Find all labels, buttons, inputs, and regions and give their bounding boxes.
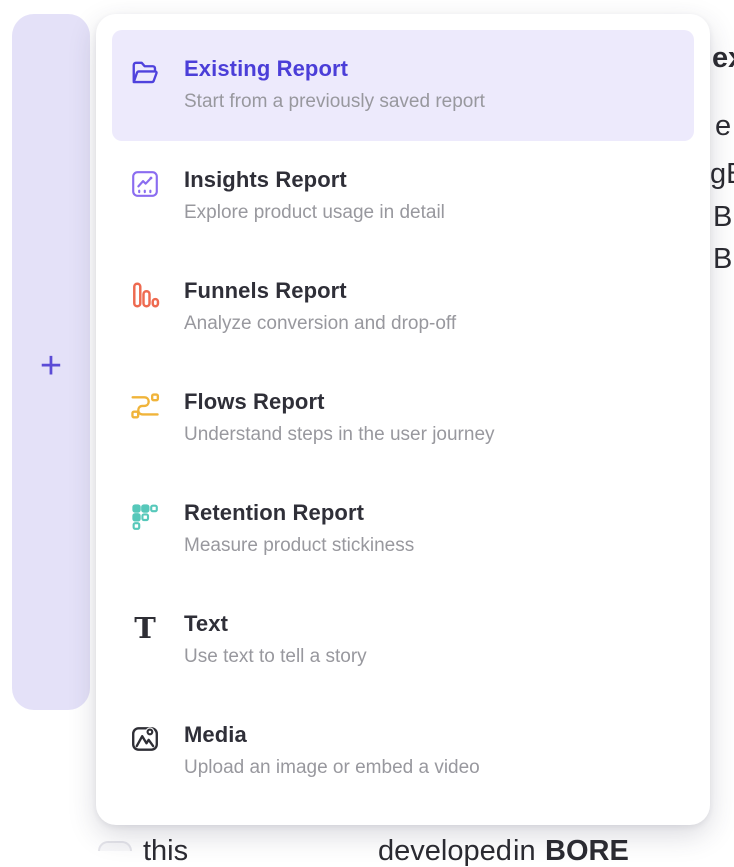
background-text-fragment: gB bbox=[710, 160, 734, 189]
background-text-fragment: B bbox=[713, 203, 732, 232]
background-text-fragment: this bbox=[143, 837, 188, 866]
menu-item-title: Media bbox=[184, 722, 676, 747]
menu-item-existing-report[interactable]: Existing Report Start from a previously … bbox=[112, 30, 694, 141]
funnel-bars-icon bbox=[130, 280, 160, 310]
add-item-button[interactable]: + bbox=[12, 342, 90, 390]
menu-item-media[interactable]: Media Upload an image or embed a video bbox=[112, 696, 694, 807]
menu-item-title: Existing Report bbox=[184, 56, 676, 81]
menu-item-title: Retention Report bbox=[184, 500, 676, 525]
flows-icon bbox=[130, 391, 160, 421]
insights-chart-icon bbox=[130, 169, 160, 199]
menu-item-retention-report[interactable]: Retention Report Measure product stickin… bbox=[112, 474, 694, 585]
background-card-corner bbox=[98, 841, 132, 851]
menu-item-description: Upload an image or embed a video bbox=[184, 757, 676, 779]
menu-item-title: Text bbox=[184, 611, 676, 636]
menu-item-title: Insights Report bbox=[184, 167, 676, 192]
menu-item-insights-report[interactable]: Insights Report Explore product usage in… bbox=[112, 141, 694, 252]
menu-item-title: Flows Report bbox=[184, 389, 676, 414]
folder-open-icon bbox=[130, 58, 160, 88]
dashboard-add-rail: + bbox=[12, 14, 90, 710]
background-text-fragment: developed bbox=[378, 837, 512, 866]
menu-item-flows-report[interactable]: Flows Report Understand steps in the use… bbox=[112, 363, 694, 474]
media-image-icon bbox=[130, 724, 160, 754]
menu-item-funnels-report[interactable]: Funnels Report Analyze conversion and dr… bbox=[112, 252, 694, 363]
background-text-fragment: in bbox=[513, 837, 536, 866]
menu-item-title: Funnels Report bbox=[184, 278, 676, 303]
background-text-fragment: BORE bbox=[545, 837, 629, 866]
menu-item-text[interactable]: T Text Use text to tell a story bbox=[112, 585, 694, 696]
background-text-fragment: ex bbox=[712, 44, 734, 73]
background-text-fragment: B bbox=[713, 245, 732, 274]
add-report-menu: Existing Report Start from a previously … bbox=[96, 14, 710, 825]
menu-item-description: Measure product stickiness bbox=[184, 535, 676, 557]
retention-grid-icon bbox=[130, 502, 160, 532]
menu-item-description: Start from a previously saved report bbox=[184, 91, 676, 113]
menu-item-description: Analyze conversion and drop-off bbox=[184, 313, 676, 335]
menu-item-description: Use text to tell a story bbox=[184, 646, 676, 668]
background-text-fragment: e bbox=[715, 112, 731, 141]
menu-item-description: Understand steps in the user journey bbox=[184, 424, 676, 446]
text-icon: T bbox=[130, 613, 160, 643]
menu-item-description: Explore product usage in detail bbox=[184, 202, 676, 224]
